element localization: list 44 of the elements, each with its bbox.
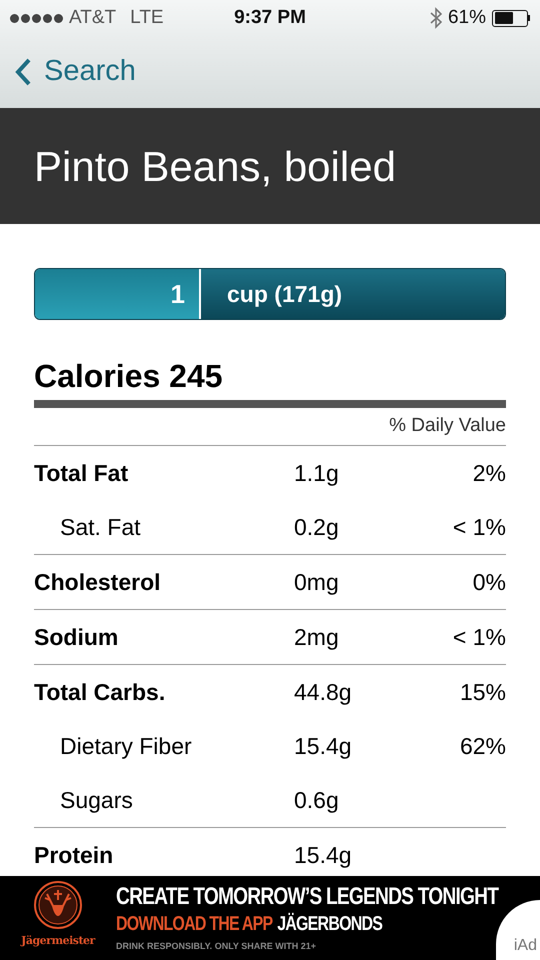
nutrient-name: Sodium [34,624,120,650]
daily-percent: 15% [458,678,506,704]
page-title: Pinto Beans, boiled [34,142,396,192]
nutrient-name: Cholesterol [34,568,162,594]
daily-percent: 2% [472,460,506,486]
nutrient-name: Dietary Fiber [59,732,193,758]
battery-percent: 61% [448,6,486,30]
stag-emblem-icon [33,880,83,930]
unit-picker[interactable]: cup (171g) [201,269,505,319]
status-time: 9:37 PM [233,6,307,30]
nutrient-amount: 2mg [294,624,340,650]
carrier-label: AT&T [69,6,116,30]
nutrient-name: Total Carbs. [34,678,166,704]
nutrient-amount: 1.1g [294,460,340,486]
daily-value-header: % Daily Value [34,408,506,446]
back-button[interactable]: Search [14,50,136,94]
quantity-picker[interactable]: 1 [35,269,201,319]
network-label: LTE [130,6,164,30]
signal-icon [10,14,63,22]
nutrient-amount: 0mg [294,568,340,594]
daily-percent: 62% [458,732,506,758]
bluetooth-icon [430,7,442,29]
nutrient-name: Total Fat [34,460,130,486]
battery-icon [492,10,530,26]
nutrient-amount: 15.4g [294,732,353,758]
daily-percent: 0% [472,568,506,594]
calories-heading: Calories 245 [34,358,224,394]
ad-banner[interactable]: Jägermeister CREATE TOMORROW’S LEGENDS TONIGHT DOWNLOAD THE APP JÄGERBONDS DRINK RESPONSIBLY. ONLY SHARE WITH 21+ iAd [0,876,540,960]
daily-percent: < 1% [452,514,506,540]
ad-call-to-action: DOWNLOAD THE APP [116,912,272,936]
ad-headline: CREATE TOMORROW’S LEGENDS TONIGHT [116,882,498,912]
nutrient-amount: 15.4g [294,842,353,868]
nutrient-name: Protein [34,842,114,868]
ad-app-name: JÄGERBONDS [277,912,382,936]
nutrient-name: Sat. Fat [59,514,142,540]
daily-percent: < 1% [452,624,506,650]
nutrient-amount: 0.6g [294,786,340,812]
back-chevron-icon [14,56,32,87]
ad-disclaimer: DRINK RESPONSIBLY. ONLY SHARE WITH 21+ [116,940,316,953]
brand-name: Jägermeister [21,934,95,948]
nutrient-amount: 44.8g [294,678,353,704]
nutrient-amount: 0.2g [294,514,340,540]
nutrient-name: Sugars [59,786,134,812]
iad-label: iAd [514,936,537,956]
